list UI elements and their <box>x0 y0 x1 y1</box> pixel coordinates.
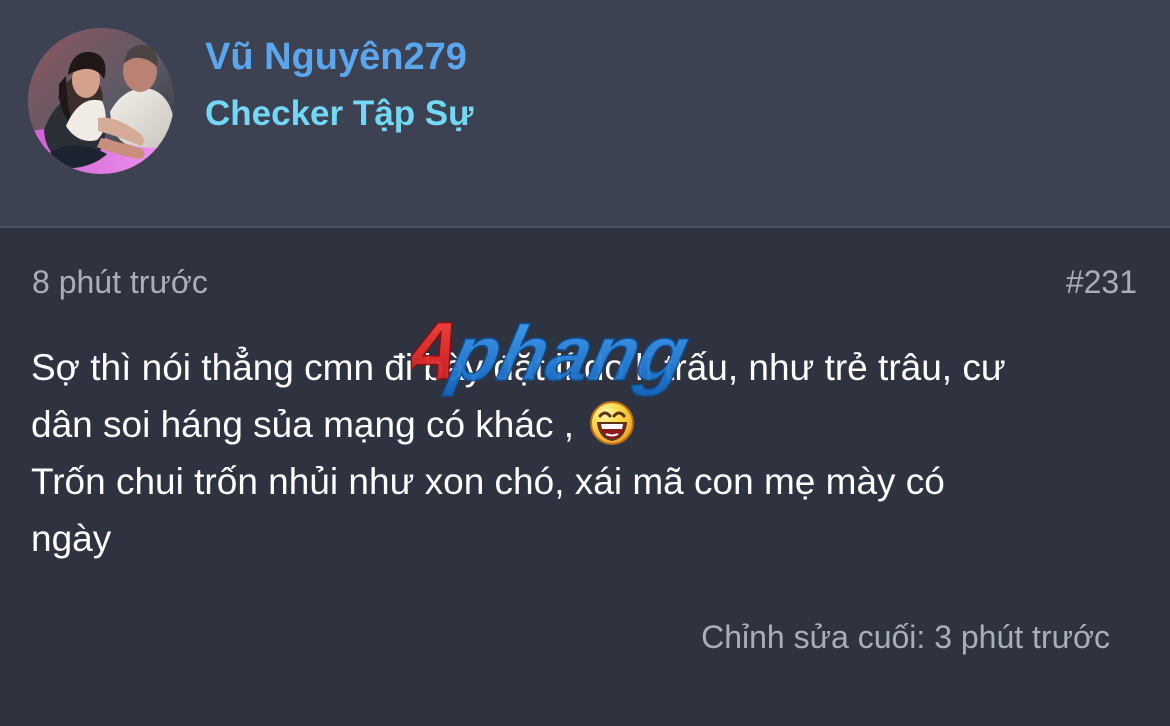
message-line-with-emoji: dân soi háng sủa mạng có khác , <box>31 396 1141 453</box>
post-body: 8 phút trước #231 Sợ thì nói thẳng cmn đ… <box>0 228 1170 726</box>
last-edited-note: Chỉnh sửa cuối: 3 phút trước <box>701 619 1110 655</box>
post-card: Vũ Nguyên279 Checker Tập Sự 8 phút trước… <box>0 0 1170 726</box>
message-line: Sợ thì nói thẳng cmn đi bày đặt lí do lí… <box>31 347 1006 388</box>
message-line: Trốn chui trốn nhủi như xon chó, xái mã … <box>31 461 945 502</box>
post-message: Sợ thì nói thẳng cmn đi bày đặt lí do lí… <box>31 339 1141 567</box>
laughing-emoji-icon <box>588 399 636 447</box>
user-avatar[interactable] <box>28 28 174 174</box>
username-link[interactable]: Vũ Nguyên279 <box>205 36 467 79</box>
user-role-badge: Checker Tập Sự <box>205 94 474 133</box>
message-line-text: dân soi háng sủa mạng có khác , <box>31 404 575 445</box>
post-author-header: Vũ Nguyên279 Checker Tập Sự <box>0 0 1170 226</box>
message-line: ngày <box>31 518 112 559</box>
post-time[interactable]: 8 phút trước <box>32 264 208 301</box>
post-number-link[interactable]: #231 <box>1066 264 1137 301</box>
